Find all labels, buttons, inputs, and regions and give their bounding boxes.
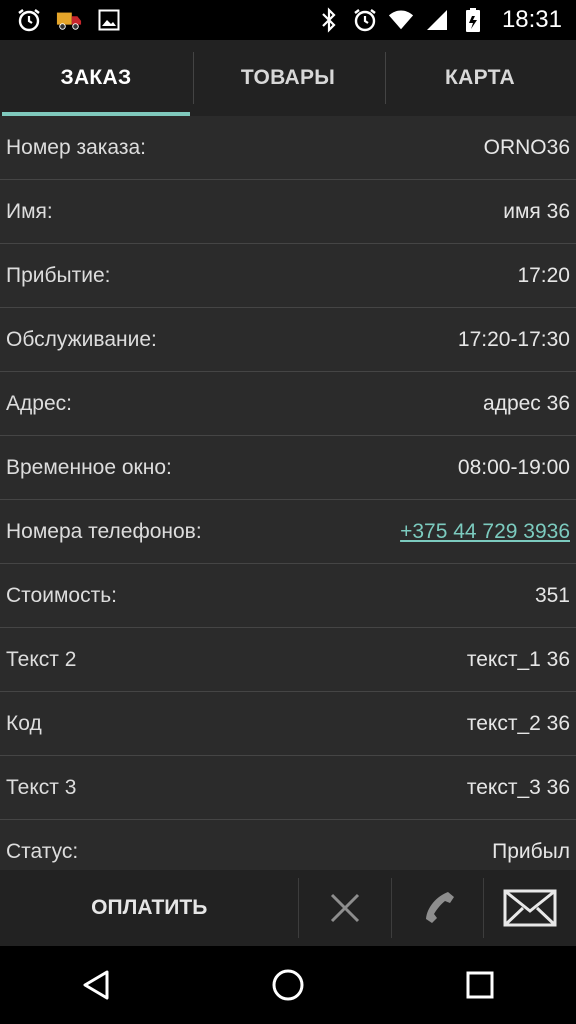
home-button[interactable] xyxy=(248,946,328,1024)
bluetooth-icon xyxy=(316,7,342,33)
call-button[interactable] xyxy=(392,870,484,946)
detail-row-order-number: Номер заказа: ORNO36 xyxy=(0,116,576,180)
detail-row-name: Имя: имя 36 xyxy=(0,180,576,244)
detail-label: Номера телефонов: xyxy=(6,519,202,543)
detail-value: текст_3 36 xyxy=(466,775,570,799)
alarm-icon xyxy=(352,7,378,33)
mail-icon xyxy=(503,889,557,927)
detail-row-text2: Текст 2 текст_1 36 xyxy=(0,628,576,692)
phone-link[interactable]: +375 44 729 3936 xyxy=(400,520,570,544)
detail-label: Имя: xyxy=(6,199,53,223)
detail-value: текст_2 36 xyxy=(466,711,570,735)
tab-map[interactable]: КАРТА xyxy=(384,40,576,116)
detail-value: 08:00-19:00 xyxy=(457,455,570,479)
pay-button[interactable]: ОПЛАТИТЬ xyxy=(0,870,298,946)
navigation-bar xyxy=(0,946,576,1024)
detail-value: 351 xyxy=(534,583,570,607)
back-button[interactable] xyxy=(56,946,136,1024)
detail-value: имя 36 xyxy=(503,199,570,223)
detail-label: Стоимость: xyxy=(6,583,117,607)
detail-row-phones: Номера телефонов: +375 44 729 3936 xyxy=(0,500,576,564)
truck-icon xyxy=(56,7,82,33)
detail-label: Текст 3 xyxy=(6,775,77,799)
detail-value: 17:20 xyxy=(517,263,570,287)
detail-label: Временное окно: xyxy=(6,455,172,479)
phone-icon xyxy=(425,892,454,923)
detail-row-status: Статус: Прибыл xyxy=(0,820,576,870)
detail-row-arrival: Прибытие: 17:20 xyxy=(0,244,576,308)
detail-row-time-window: Временное окно: 08:00-19:00 xyxy=(0,436,576,500)
back-icon xyxy=(83,970,109,1000)
detail-label: Адрес: xyxy=(6,391,72,415)
detail-label: Номер заказа: xyxy=(6,135,147,159)
detail-label: Обслуживание: xyxy=(6,327,157,351)
tab-divider xyxy=(193,52,194,104)
message-button[interactable] xyxy=(484,870,576,946)
alarm-icon xyxy=(16,7,42,33)
detail-label: Текст 2 xyxy=(6,647,77,671)
recents-button[interactable] xyxy=(440,946,520,1024)
detail-value: текст_1 36 xyxy=(466,647,570,671)
detail-row-text3: Текст 3 текст_3 36 xyxy=(0,756,576,820)
tab-divider xyxy=(385,52,386,104)
detail-row-code: Код текст_2 36 xyxy=(0,692,576,756)
detail-label: Код xyxy=(6,711,42,735)
cancel-button[interactable] xyxy=(299,870,391,946)
clock: 18:31 xyxy=(501,6,562,33)
detail-row-address: Адрес: адрес 36 xyxy=(0,372,576,436)
detail-label: Статус: xyxy=(6,839,79,863)
close-icon xyxy=(331,893,360,923)
tab-order[interactable]: ЗАКАЗ xyxy=(0,40,192,116)
order-details-list[interactable]: Номер заказа: ORNO36 Имя: имя 36 Прибыти… xyxy=(0,116,576,870)
detail-value: Прибыл xyxy=(492,839,570,863)
battery-icon xyxy=(460,7,486,33)
status-bar: 18:31 xyxy=(0,0,576,40)
order-screen: 18:31 ЗАКАЗ ТОВАРЫ КАРТА Номер заказа: O… xyxy=(0,0,576,1024)
home-icon xyxy=(272,969,304,1001)
detail-value: адрес 36 xyxy=(483,391,570,415)
detail-row-cost: Стоимость: 351 xyxy=(0,564,576,628)
detail-label: Прибытие: xyxy=(6,263,111,287)
wifi-icon xyxy=(388,7,414,33)
action-bar: ОПЛАТИТЬ xyxy=(0,870,576,946)
detail-row-service: Обслуживание: 17:20-17:30 xyxy=(0,308,576,372)
detail-value: ORNO36 xyxy=(483,135,570,159)
detail-value: 17:20-17:30 xyxy=(457,327,570,351)
tab-goods[interactable]: ТОВАРЫ xyxy=(192,40,384,116)
signal-icon xyxy=(424,7,450,33)
tab-bar: ЗАКАЗ ТОВАРЫ КАРТА xyxy=(0,40,576,116)
image-icon xyxy=(96,7,122,33)
recents-icon xyxy=(466,971,494,999)
